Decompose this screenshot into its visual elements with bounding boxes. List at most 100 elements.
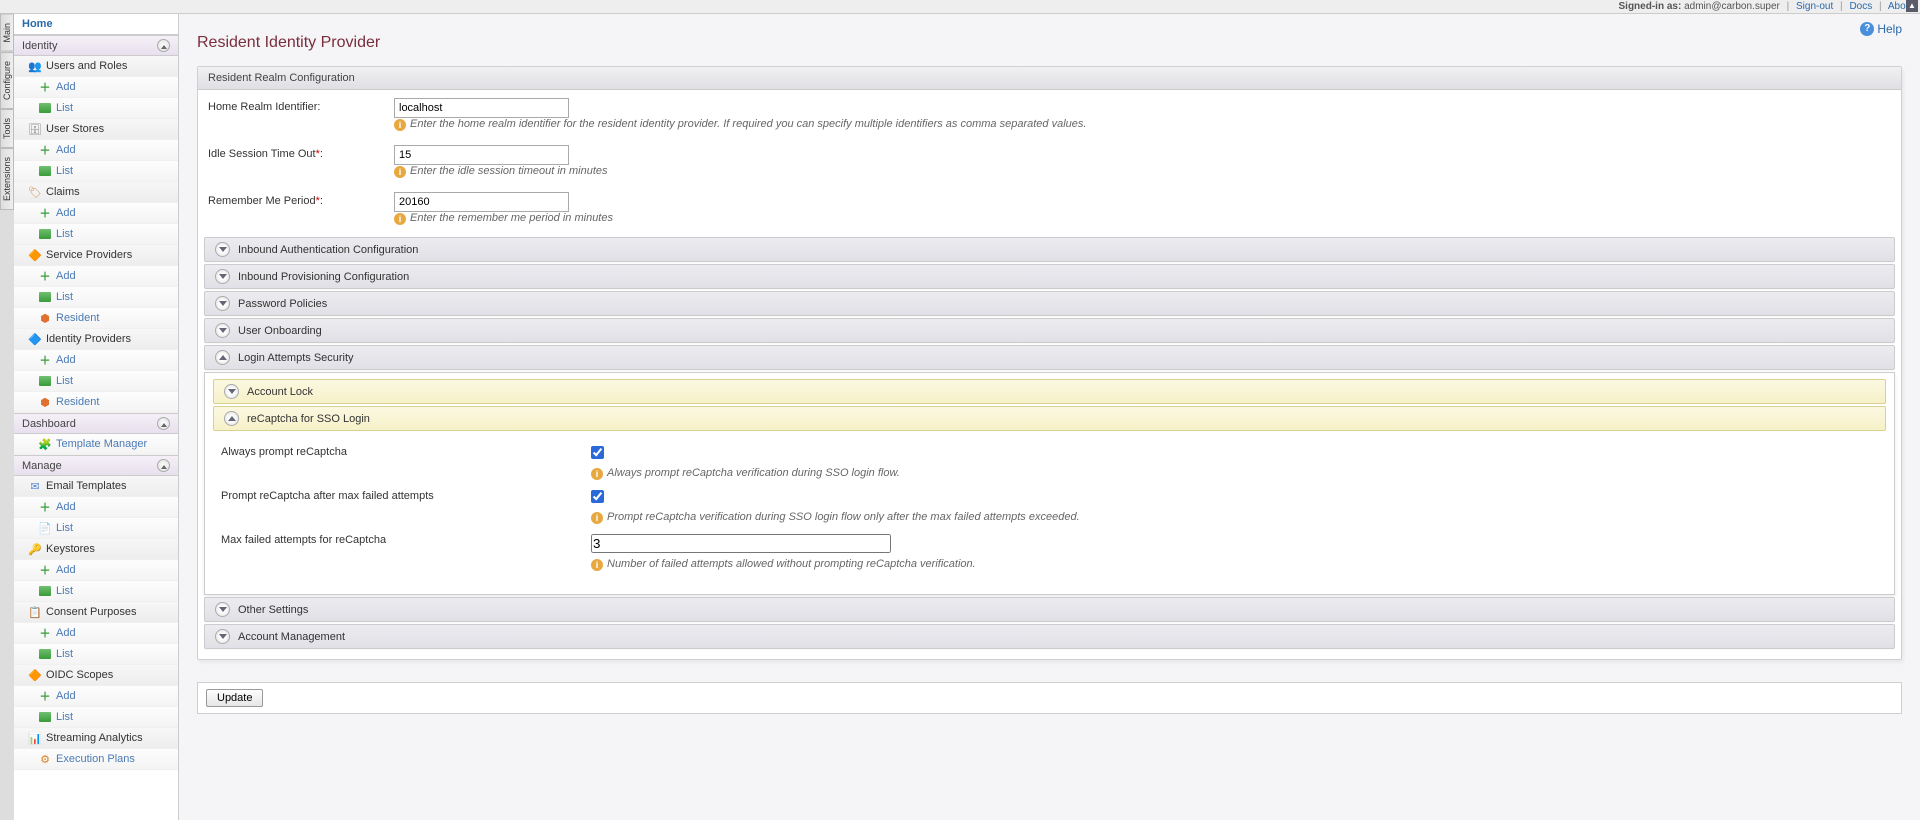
sidebar-item-add[interactable]: ＋Add bbox=[14, 140, 178, 161]
consent-icon: 📋 bbox=[28, 605, 42, 619]
accordion-login-attempts[interactable]: Login Attempts Security bbox=[204, 345, 1895, 370]
update-button[interactable]: Update bbox=[206, 689, 263, 707]
sidebar-group-users-roles[interactable]: 👥Users and Roles bbox=[14, 56, 178, 77]
remember-me-hint: Enter the remember me period in minutes bbox=[410, 212, 613, 224]
mail-icon: ✉ bbox=[28, 479, 42, 493]
sidebar-item-add[interactable]: ＋Add bbox=[14, 560, 178, 581]
remember-me-input[interactable] bbox=[394, 192, 569, 212]
sidebar-group-streaming-analytics[interactable]: 📊Streaming Analytics bbox=[14, 728, 178, 749]
rail-tab-extensions[interactable]: Extensions bbox=[0, 148, 14, 210]
sidebar-item-list[interactable]: List bbox=[14, 161, 178, 182]
idle-session-hint: Enter the idle session timeout in minute… bbox=[410, 165, 608, 177]
sidebar-item-list[interactable]: List bbox=[14, 371, 178, 392]
sidebar-item-list[interactable]: List bbox=[14, 707, 178, 728]
accordion-password-policies[interactable]: Password Policies bbox=[204, 291, 1895, 316]
recaptcha-form: Always prompt reCaptcha iAlways prompt r… bbox=[209, 433, 1890, 590]
chevron-down-icon bbox=[215, 323, 230, 338]
sidebar-item-list[interactable]: List bbox=[14, 644, 178, 665]
info-icon: i bbox=[394, 213, 406, 225]
sidebar-item-list[interactable]: List bbox=[14, 581, 178, 602]
sidebar-group-identity-providers[interactable]: 🔷Identity Providers bbox=[14, 329, 178, 350]
rail-tab-configure[interactable]: Configure bbox=[0, 52, 14, 109]
accordion-inbound-prov[interactable]: Inbound Provisioning Configuration bbox=[204, 264, 1895, 289]
sign-out-link[interactable]: Sign-out bbox=[1796, 1, 1833, 12]
subaccordion-account-lock[interactable]: Account Lock bbox=[213, 379, 1886, 404]
add-icon: ＋ bbox=[38, 143, 52, 157]
sidebar-item-list[interactable]: 📄List bbox=[14, 518, 178, 539]
sidebar-group-service-providers[interactable]: 🔶Service Providers bbox=[14, 245, 178, 266]
page-title: Resident Identity Provider bbox=[197, 34, 1902, 52]
sidebar-item-add[interactable]: ＋Add bbox=[14, 350, 178, 371]
sidebar-item-add[interactable]: ＋Add bbox=[14, 623, 178, 644]
topbar: Signed-in as: admin@carbon.super | Sign-… bbox=[0, 0, 1920, 14]
accordion-inbound-auth[interactable]: Inbound Authentication Configuration bbox=[204, 237, 1895, 262]
sidebar-section-dashboard[interactable]: Dashboard bbox=[14, 413, 178, 434]
list-icon bbox=[38, 101, 52, 115]
left-rail-tabs: Main Configure Tools Extensions bbox=[0, 14, 14, 820]
sidebar-group-oidc-scopes[interactable]: 🔶OIDC Scopes bbox=[14, 665, 178, 686]
collapse-icon bbox=[157, 417, 170, 430]
accordion-other-settings[interactable]: Other Settings bbox=[204, 597, 1895, 622]
execution-icon: ⚙ bbox=[38, 752, 52, 766]
sidebar-section-manage[interactable]: Manage bbox=[14, 455, 178, 476]
add-icon: ＋ bbox=[38, 353, 52, 367]
home-realm-hint: Enter the home realm identifier for the … bbox=[410, 118, 1086, 130]
scroll-top-icon[interactable]: ▲ bbox=[1906, 0, 1918, 12]
rail-tab-main[interactable]: Main bbox=[0, 14, 14, 52]
sidebar-item-list[interactable]: List bbox=[14, 287, 178, 308]
sidebar-item-add[interactable]: ＋Add bbox=[14, 497, 178, 518]
add-icon: ＋ bbox=[38, 206, 52, 220]
idle-session-input[interactable] bbox=[394, 145, 569, 165]
sidebar-item-add[interactable]: ＋Add bbox=[14, 203, 178, 224]
after-max-checkbox[interactable] bbox=[591, 490, 604, 503]
idle-session-label: Idle Session Time Out*: bbox=[208, 145, 394, 165]
list-icon bbox=[38, 227, 52, 241]
remember-me-label: Remember Me Period*: bbox=[208, 192, 394, 212]
max-failed-input[interactable] bbox=[591, 534, 891, 553]
sidebar-group-keystores[interactable]: 🔑Keystores bbox=[14, 539, 178, 560]
breadcrumb-home[interactable]: Home bbox=[22, 18, 53, 30]
subaccordion-recaptcha[interactable]: reCaptcha for SSO Login bbox=[213, 406, 1886, 431]
help-link[interactable]: ?Help bbox=[1860, 22, 1902, 36]
info-icon: i bbox=[591, 512, 603, 524]
sidebar-section-identity[interactable]: Identity bbox=[14, 35, 178, 56]
info-icon: i bbox=[394, 119, 406, 131]
help-icon: ? bbox=[1860, 22, 1874, 36]
sidebar-group-email-templates[interactable]: ✉Email Templates bbox=[14, 476, 178, 497]
sidebar-item-list[interactable]: List bbox=[14, 224, 178, 245]
sidebar-item-resident[interactable]: ⬢Resident bbox=[14, 308, 178, 329]
sidebar-group-claims[interactable]: 🏷Claims bbox=[14, 182, 178, 203]
signed-in-label: Signed-in as: bbox=[1619, 1, 1682, 12]
add-icon: ＋ bbox=[38, 500, 52, 514]
collapse-icon bbox=[157, 459, 170, 472]
chevron-down-icon bbox=[215, 602, 230, 617]
sidebar-item-add[interactable]: ＋Add bbox=[14, 686, 178, 707]
sidebar-item-resident[interactable]: ⬢Resident bbox=[14, 392, 178, 413]
sidebar-item-list[interactable]: List bbox=[14, 98, 178, 119]
sidebar-item-add[interactable]: ＋Add bbox=[14, 77, 178, 98]
sidebar-group-user-stores[interactable]: 🗄User Stores bbox=[14, 119, 178, 140]
resident-icon: ⬢ bbox=[38, 311, 52, 325]
sidebar-item-execution-plans[interactable]: ⚙Execution Plans bbox=[14, 749, 178, 770]
info-icon: i bbox=[591, 468, 603, 480]
chevron-down-icon bbox=[215, 629, 230, 644]
accordion-user-onboarding[interactable]: User Onboarding bbox=[204, 318, 1895, 343]
main-content: ?Help Resident Identity Provider Residen… bbox=[179, 14, 1920, 820]
breadcrumb: Home bbox=[14, 14, 178, 35]
docs-link[interactable]: Docs bbox=[1849, 1, 1872, 12]
sidebar-item-add[interactable]: ＋Add bbox=[14, 266, 178, 287]
chevron-up-icon bbox=[224, 411, 239, 426]
home-realm-label: Home Realm Identifier: bbox=[208, 98, 394, 118]
rail-tab-tools[interactable]: Tools bbox=[0, 109, 14, 148]
always-prompt-checkbox[interactable] bbox=[591, 446, 604, 459]
sidebar-group-consent-purposes[interactable]: 📋Consent Purposes bbox=[14, 602, 178, 623]
sidebar: Home Identity 👥Users and Roles ＋Add List… bbox=[14, 14, 179, 820]
sidebar-item-template-manager[interactable]: 🧩Template Manager bbox=[14, 434, 178, 455]
provider-icon: 🔶 bbox=[28, 248, 42, 262]
home-realm-input[interactable] bbox=[394, 98, 569, 118]
users-icon: 👥 bbox=[28, 59, 42, 73]
add-icon: ＋ bbox=[38, 563, 52, 577]
info-icon: i bbox=[591, 559, 603, 571]
accordion-account-management[interactable]: Account Management bbox=[204, 624, 1895, 649]
list-icon bbox=[38, 584, 52, 598]
